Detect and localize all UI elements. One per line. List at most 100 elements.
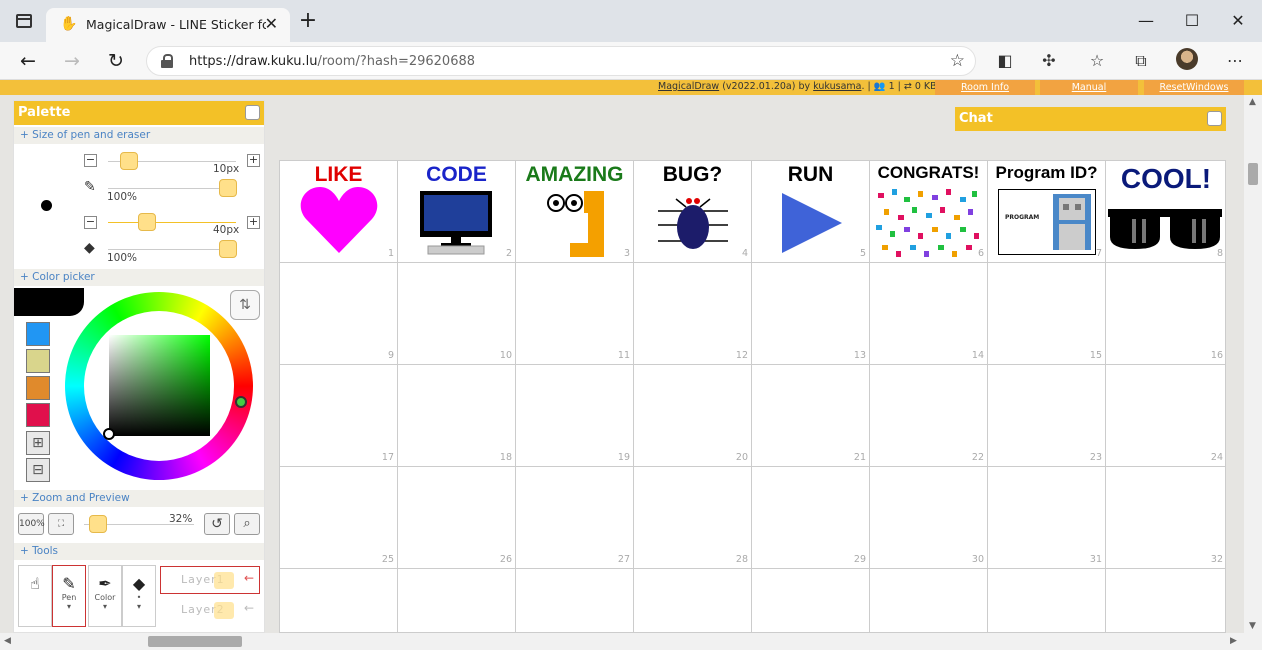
hand-tool-button[interactable]: ☝ [18,565,52,627]
sticker-cell-10[interactable]: 10 [398,263,516,365]
new-tab-button[interactable]: + [294,8,322,33]
layer-2-row[interactable]: Layer2 ← [160,596,260,624]
sticker-cell-14[interactable]: 14 [870,263,988,365]
sticker-cell-27[interactable]: 27 [516,467,634,569]
sticker-cell-40[interactable] [1106,569,1225,632]
sticker-cell-1[interactable]: LIKE 1 [280,161,398,263]
sticker-cell-21[interactable]: 21 [752,365,870,467]
sticker-cell-30[interactable]: 30 [870,467,988,569]
sticker-cell-11[interactable]: 11 [516,263,634,365]
vertical-scrollbar[interactable]: ▲ ▼ [1244,95,1262,633]
sticker-cell-19[interactable]: 19 [516,365,634,467]
scroll-up-icon[interactable]: ▲ [1249,97,1256,107]
color-tool-button[interactable]: ✒ Color ▾ [88,565,122,627]
sticker-cell-9[interactable]: 9 [280,263,398,365]
vertical-scroll-thumb[interactable] [1248,163,1258,185]
tab-actions-icon[interactable] [16,14,32,28]
sticker-cell-13[interactable]: 13 [752,263,870,365]
zoom-100-button[interactable]: 100% [18,513,45,535]
sticker-cell-23[interactable]: 23 [988,365,1106,467]
pen-size-decrease-button[interactable]: − [84,154,97,167]
magnifier-icon[interactable]: ⌕ [234,513,260,535]
author-link[interactable]: kukusama [813,81,861,92]
layer-1-row[interactable]: Layer1 ← [160,566,260,594]
color-swatch-orange[interactable] [26,376,50,400]
sticker-cell-37[interactable] [752,569,870,632]
pen-opacity-slider[interactable] [219,179,237,197]
sticker-cell-32[interactable]: 32 [1106,467,1225,569]
back-icon[interactable]: ← [14,48,42,74]
sticker-cell-16[interactable]: 16 [1106,263,1225,365]
eraser-size-slider[interactable] [138,213,156,231]
pen-size-slider[interactable] [120,152,138,170]
hue-marker[interactable] [235,396,247,408]
sticker-cell-17[interactable]: 17 [280,365,398,467]
address-bar[interactable]: https://draw.kuku.lu/room/?hash=29620688… [146,46,976,76]
fit-screen-icon[interactable]: ⛶ [48,513,74,535]
browser-tab[interactable]: ✋ MagicalDraw - LINE Sticker for Pc ✕ [46,8,290,42]
eraser-size-decrease-button[interactable]: − [84,216,97,229]
sticker-cell-34[interactable] [398,569,516,632]
sticker-cell-26[interactable]: 26 [398,467,516,569]
tab-close-icon[interactable]: ✕ [265,14,278,33]
extension-icon[interactable]: ◧ [992,49,1018,73]
sticker-cell-31[interactable]: 31 [988,467,1106,569]
horizontal-scroll-thumb[interactable] [148,636,242,647]
color-swap-icon[interactable]: ⇅ [230,290,260,320]
sticker-cell-18[interactable]: 18 [398,365,516,467]
chat-toggle-checkbox[interactable] [1207,111,1222,126]
reset-windows-link[interactable]: ResetWindows [1144,80,1244,95]
rotate-reset-icon[interactable]: ↺ [204,513,230,535]
zoom-slider[interactable] [89,515,107,533]
sticker-cell-6[interactable]: CONGRATS! 6 [870,161,988,263]
extensions-puzzle-icon[interactable]: ✣ [1036,49,1062,73]
sticker-cell-8[interactable]: COOL! 8 [1106,161,1225,263]
swatch-settings-icon[interactable]: ⊟ [26,458,50,482]
sticker-cell-5[interactable]: RUN 5 [752,161,870,263]
pen-tool-button[interactable]: ✎ Pen ▾ [52,565,86,627]
room-info-link[interactable]: Room Info [935,80,1035,95]
section-pen-size[interactable]: + Size of pen and eraser [14,127,264,144]
refresh-icon[interactable]: ↻ [102,48,130,74]
close-window-button[interactable]: ✕ [1218,8,1258,34]
profile-avatar[interactable] [1176,48,1198,70]
scroll-left-icon[interactable]: ◀ [4,636,11,646]
add-swatch-icon[interactable]: ⊞ [26,431,50,455]
maximize-button[interactable]: ☐ [1172,8,1212,34]
collections-icon[interactable]: ⧉ [1128,49,1154,73]
color-swatch-blue[interactable] [26,322,50,346]
color-swatch-khaki[interactable] [26,349,50,373]
palette-header[interactable]: Palette [14,101,264,125]
section-zoom-preview[interactable]: + Zoom and Preview [14,490,264,507]
palette-toggle-checkbox[interactable] [245,105,260,120]
sticker-cell-35[interactable] [516,569,634,632]
add-favorite-icon[interactable]: ☆ [950,51,965,71]
scroll-right-icon[interactable]: ▶ [1230,636,1237,646]
section-color-picker[interactable]: + Color picker [14,269,264,286]
scroll-down-icon[interactable]: ▼ [1249,621,1256,631]
saturation-marker[interactable] [103,428,115,440]
saturation-value-square[interactable] [109,335,210,436]
eraser-size-increase-button[interactable]: + [247,216,260,229]
eraser-opacity-slider[interactable] [219,240,237,258]
pen-size-increase-button[interactable]: + [247,154,260,167]
sticker-cell-7[interactable]: Program ID? PROGRAM 7 [988,161,1106,263]
sticker-cell-20[interactable]: 20 [634,365,752,467]
chat-header[interactable]: Chat [955,107,1226,131]
current-color-swatch[interactable] [14,288,84,316]
sticker-cell-12[interactable]: 12 [634,263,752,365]
sticker-cell-22[interactable]: 22 [870,365,988,467]
horizontal-scrollbar[interactable]: ◀ ▶ [0,633,1262,650]
sticker-cell-25[interactable]: 25 [280,467,398,569]
sticker-cell-33[interactable] [280,569,398,632]
favorites-icon[interactable]: ☆ [1084,49,1110,73]
manual-link[interactable]: Manual [1040,80,1138,95]
sticker-cell-36[interactable] [634,569,752,632]
sticker-cell-15[interactable]: 15 [988,263,1106,365]
url-text[interactable]: https://draw.kuku.lu/room/?hash=29620688 [189,54,475,69]
sticker-cell-38[interactable] [870,569,988,632]
sticker-cell-39[interactable] [988,569,1106,632]
forward-icon[interactable]: → [58,48,86,74]
sticker-cell-29[interactable]: 29 [752,467,870,569]
app-name-link[interactable]: MagicalDraw [658,81,719,92]
